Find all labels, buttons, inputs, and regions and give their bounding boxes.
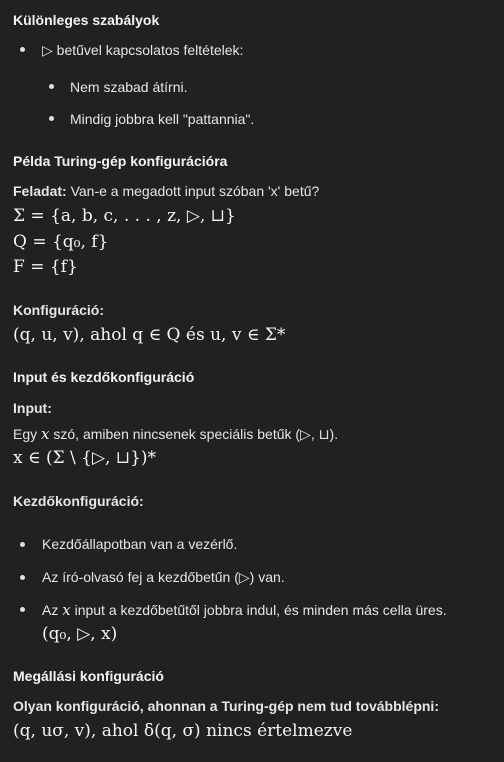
list-item-input-placement: Az x input a kezdőbetűtől jobbra indul, … — [42, 600, 447, 620]
input-formula: x ∈ (Σ \ {▷, ⊔})* — [13, 448, 157, 468]
bullet — [49, 116, 54, 121]
section-heading-special-rules: Különleges szabályok — [13, 12, 160, 28]
bullet3-variable: x — [62, 601, 71, 619]
start-config-label: Kezdőkonfiguráció: — [13, 493, 144, 509]
list-item-start-state: Kezdőállapotban van a vezérlő. — [42, 536, 238, 552]
task-text: Van-e a megadott input szóban 'x' betű? — [66, 183, 320, 199]
section-heading-input-start: Input és kezdőkonfiguráció — [13, 369, 195, 385]
states-formula: Q = {q₀, f} — [13, 232, 109, 252]
input-description: Egy x szó, amiben nincsenek speciális be… — [13, 424, 504, 444]
bullet — [49, 84, 54, 89]
input-label: Input: — [13, 400, 52, 416]
configuration-label: Konfiguráció: — [13, 302, 104, 318]
input-text-a: Egy — [13, 426, 42, 442]
section-heading-example: Példa Turing-gép konfigurációra — [13, 153, 228, 169]
list-item-triangle-conditions: ▷ betűvel kapcsolatos feltételek: — [42, 42, 244, 58]
halting-description: Olyan konfiguráció, ahonnan a Turing-gép… — [13, 698, 439, 714]
input-text-b: szó, amiben nincsenek speciális betűk (▷… — [49, 426, 339, 442]
sigma-formula: Σ = {a, b, c, . . . , z, ▷, ⊔} — [13, 206, 236, 226]
bullet3-text-a: Az — [42, 602, 63, 618]
task-line: Feladat: Van-e a megadott input szóban '… — [13, 182, 504, 201]
configuration-formula: (q, u, v), ahol q ∈ Q és u, v ∈ Σ* — [13, 325, 286, 345]
sub-list-item-bounce-right: Mindig jobbra kell "pattannia". — [70, 111, 255, 127]
bullet — [20, 542, 25, 547]
list-item-head-position: Az író-olvasó fej a kezdőbetűn (▷) van. — [42, 569, 285, 585]
bullet3-text-b: input a kezdőbetűtől jobbra indul, és mi… — [70, 602, 447, 618]
section-heading-halting: Megállási konfiguráció — [13, 668, 164, 684]
bullet — [20, 607, 25, 612]
start-config-formula: (q₀, ▷, x) — [42, 624, 118, 644]
final-states-formula: F = {f} — [13, 257, 78, 277]
bullet — [20, 575, 25, 580]
bullet — [20, 47, 25, 52]
task-label: Feladat: — [13, 183, 67, 199]
halting-formula: (q, uσ, v), ahol δ(q, σ) nincs értelmezv… — [13, 721, 353, 741]
sub-list-item-no-overwrite: Nem szabad átírni. — [70, 79, 188, 95]
